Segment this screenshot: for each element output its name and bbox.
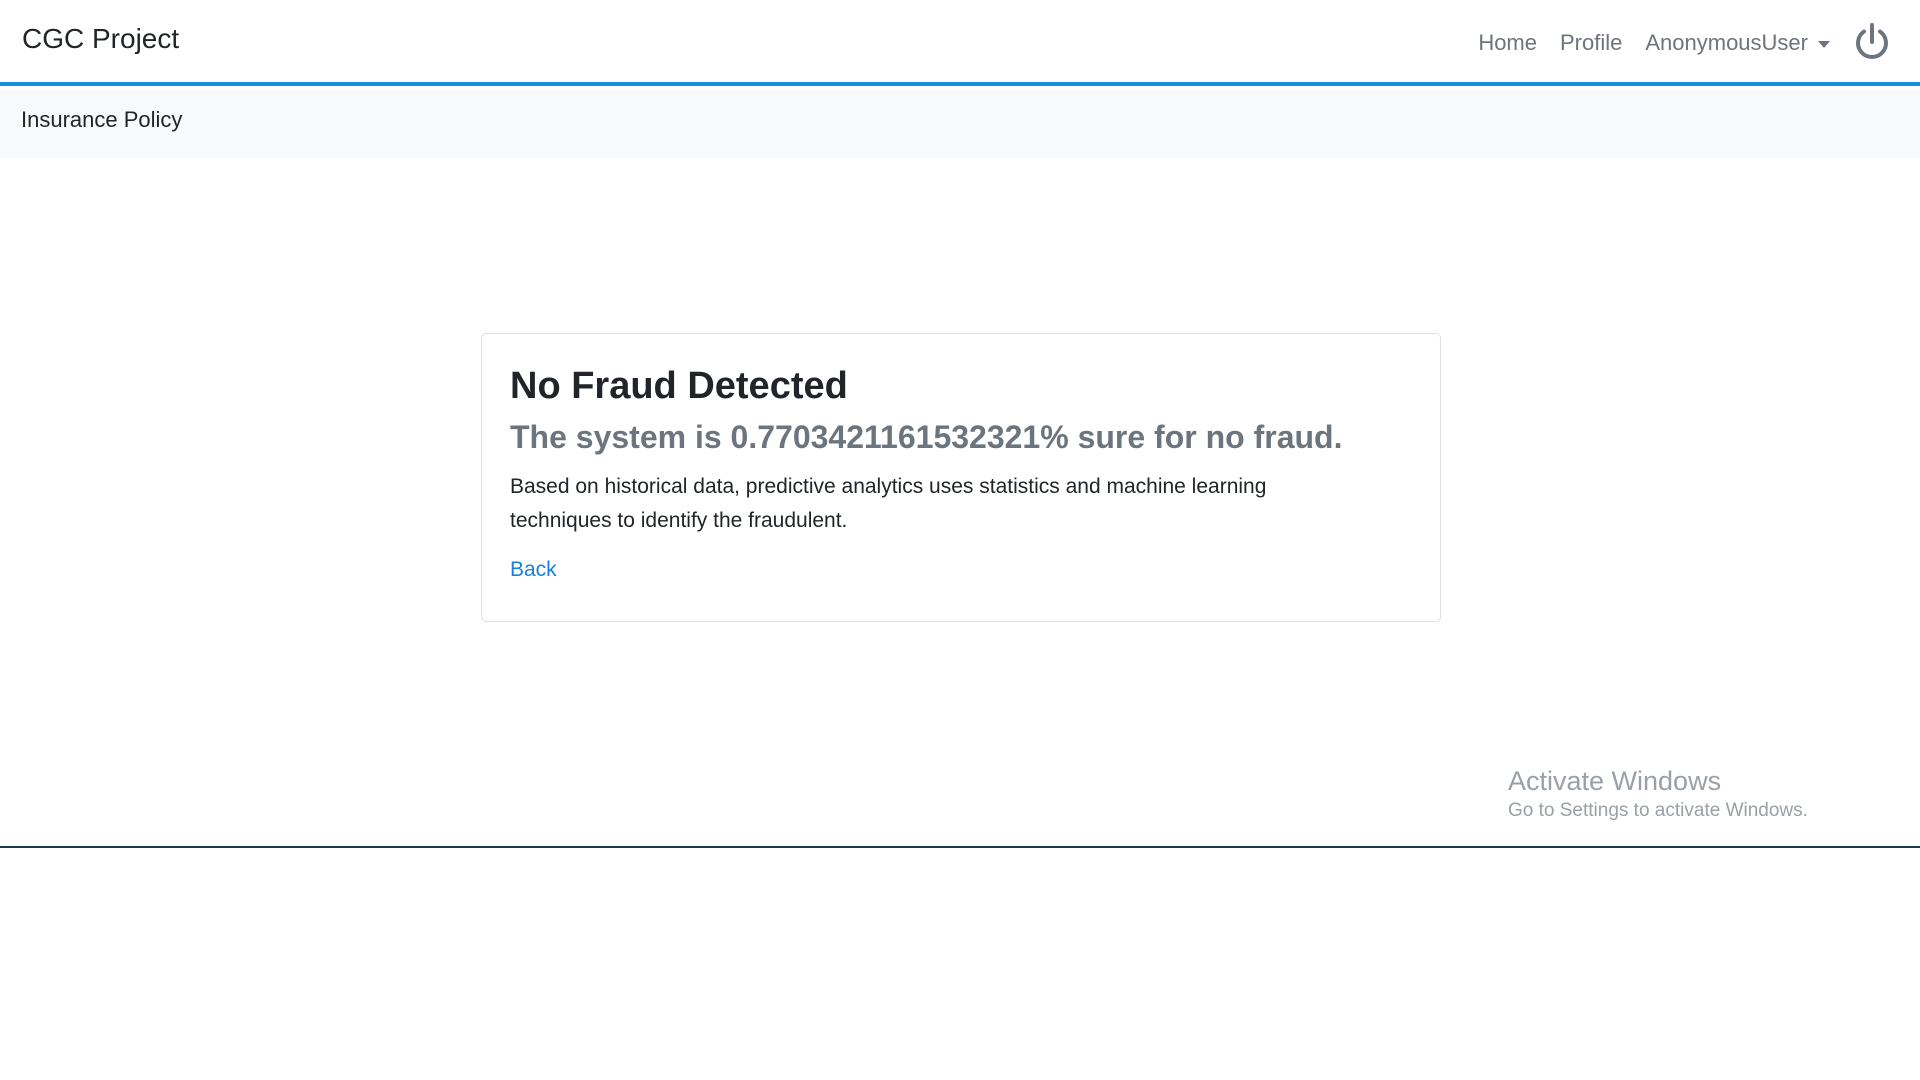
caret-down-icon bbox=[1818, 40, 1830, 48]
power-icon[interactable] bbox=[1850, 21, 1894, 65]
back-link[interactable]: Back bbox=[510, 558, 557, 582]
brand-link[interactable]: CGC Project bbox=[22, 22, 179, 56]
footer-divider bbox=[0, 846, 1920, 848]
watermark-title: Activate Windows bbox=[1508, 766, 1722, 796]
result-description: Based on historical data, predictive ana… bbox=[510, 474, 1267, 532]
nav-home-link[interactable]: Home bbox=[1478, 30, 1537, 56]
result-title: No Fraud Detected bbox=[510, 365, 848, 407]
result-subtitle: The system is 0.7703421161532321% sure f… bbox=[510, 418, 1343, 455]
result-card: No Fraud Detected The system is 0.770342… bbox=[481, 333, 1441, 622]
top-navbar: CGC Project Home Profile AnonymousUser bbox=[0, 0, 1920, 86]
nav-profile-link[interactable]: Profile bbox=[1560, 30, 1622, 56]
user-dropdown[interactable]: AnonymousUser bbox=[1645, 30, 1830, 56]
page-title: Insurance Policy bbox=[21, 107, 183, 132]
nav-links: Home Profile AnonymousUser bbox=[1455, 0, 1894, 86]
card-body: No Fraud Detected The system is 0.770342… bbox=[510, 364, 1412, 582]
watermark-subtitle: Go to Settings to activate Windows. bbox=[1508, 800, 1808, 821]
user-dropdown-label: AnonymousUser bbox=[1645, 30, 1808, 55]
breadcrumb-bar: Insurance Policy bbox=[0, 90, 1920, 158]
activate-windows-watermark: Activate Windows Go to Settings to activ… bbox=[1508, 764, 1808, 824]
